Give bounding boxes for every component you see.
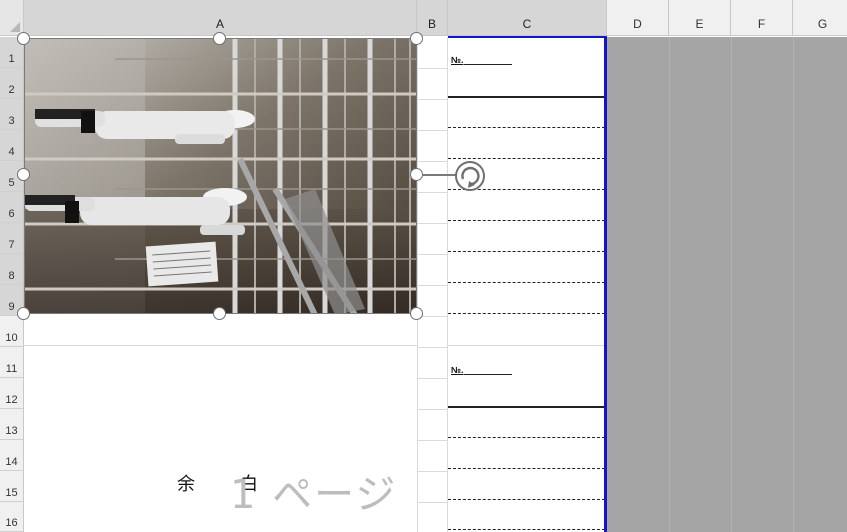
gridline-b-r10 [417,347,448,348]
select-all-triangle-icon [10,22,20,32]
row-header-16[interactable]: 16 [0,502,24,532]
dotted-line-9 [448,468,605,469]
margin-label-left: 余 [177,474,195,495]
row-header-15[interactable]: 15 [0,471,24,502]
dotted-line-1 [448,127,605,128]
number-underline-2 [464,374,512,375]
dotted-line-5 [448,251,605,252]
gridline-b-r5 [417,192,448,193]
row-header-2[interactable]: 2 [0,68,24,99]
column-header-g[interactable]: G [793,0,847,36]
gridline-b-r14 [417,471,448,472]
number-label-1: №. [451,55,464,65]
gridline-b-r8 [417,285,448,286]
outside-print-area[interactable] [607,37,847,532]
row-header-4[interactable]: 4 [0,130,24,161]
resize-handle-top[interactable] [213,32,226,45]
gridline-e-f [731,37,732,532]
column-header-f[interactable]: F [731,0,793,36]
row-header-6[interactable]: 6 [0,192,24,223]
gridline-b-r4 [417,161,448,162]
row-header-12[interactable]: 12 [0,378,24,409]
dotted-line-10 [448,499,605,500]
gridline-b-r3 [417,130,448,131]
gridline-c-row-10 [448,345,605,346]
column-header-a[interactable]: A [24,0,417,36]
column-header-b[interactable]: B [417,0,448,36]
resize-handle-left[interactable] [17,168,30,181]
gridline-b-r12 [417,409,448,410]
row-header-10[interactable]: 10 [0,316,24,347]
gridline-b-r13 [417,440,448,441]
resize-handle-right[interactable] [410,168,423,181]
dotted-line-6 [448,282,605,283]
gridline-b-r6 [417,223,448,224]
gridline-f-g [793,37,794,532]
gridline-row-10 [24,345,417,346]
row-header-8[interactable]: 8 [0,254,24,285]
resize-handle-bottom[interactable] [213,307,226,320]
gridline-b-r1 [417,68,448,69]
resize-handle-top-right[interactable] [410,32,423,45]
gridline-b-r11 [417,378,448,379]
photo-image[interactable] [24,38,417,314]
row-header-11[interactable]: 11 [0,347,24,378]
dotted-line-7 [448,313,605,314]
number-underline-1 [464,64,512,65]
resize-handle-bottom-left[interactable] [17,307,30,320]
column-header-d[interactable]: D [607,0,669,36]
page-number-watermark: 1 ページ [230,472,398,518]
page-break-line[interactable] [604,36,607,532]
row-header-13[interactable]: 13 [0,409,24,440]
report-column-c[interactable]: №. №. [448,37,605,532]
row-header-3[interactable]: 3 [0,99,24,130]
row-header-7[interactable]: 7 [0,223,24,254]
resize-handle-top-left[interactable] [17,32,30,45]
photo-scaffolding-icon [25,39,416,313]
select-all-button[interactable] [0,0,24,36]
column-header-e[interactable]: E [669,0,731,36]
page-break-top [448,36,607,38]
dotted-line-8 [448,437,605,438]
number-label-2: №. [451,365,464,375]
gridline-d-e [669,37,670,532]
resize-handle-bottom-right[interactable] [410,307,423,320]
rotate-icon[interactable] [452,158,488,194]
gridline-b-r15 [417,502,448,503]
row-header-14[interactable]: 14 [0,440,24,471]
dotted-line-11 [448,529,605,530]
gridline-b-r2 [417,99,448,100]
heading-line-2 [448,406,605,408]
gridline-b-r7 [417,254,448,255]
dotted-line-4 [448,220,605,221]
column-header-c[interactable]: C [448,0,607,36]
heading-line-1 [448,96,605,98]
spreadsheet[interactable]: A B C D E F G 1 2 3 4 5 6 7 8 9 10 11 12… [0,0,847,532]
